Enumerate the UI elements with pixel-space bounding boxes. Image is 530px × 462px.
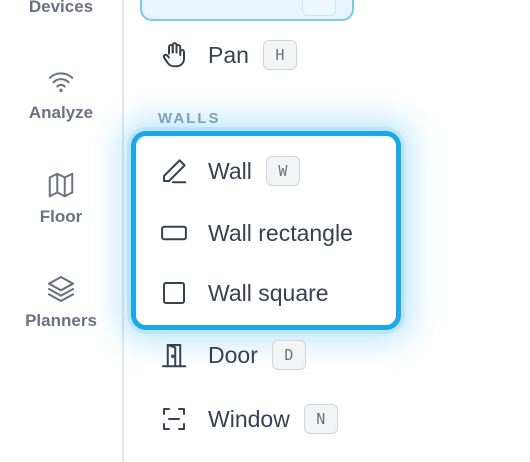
rail-item-label: Analyze (28, 103, 94, 122)
shortcut-key: D (271, 340, 306, 370)
rail-item-devices[interactable]: Devices (0, 0, 122, 17)
hand-icon (154, 35, 194, 75)
rail-item-label: Devices (28, 0, 94, 16)
layers-icon (44, 272, 78, 306)
wifi-icon (44, 64, 78, 98)
menu-item-label: Wall square (208, 279, 329, 306)
rail-item-planners[interactable]: Planners (0, 272, 122, 331)
shortcut-key: N (303, 404, 338, 434)
shortcut-key: W (265, 156, 300, 186)
menu-item-label: Pan (208, 41, 249, 68)
rail-divider (122, 0, 124, 462)
menu-item-label: Window (208, 405, 290, 432)
menu-item-wall-rectangle[interactable]: Wall rectangle (140, 210, 353, 256)
window-icon (154, 399, 194, 439)
shortcut-key: H (262, 40, 297, 70)
selected-menu-item[interactable] (140, 0, 354, 21)
menu-item-window[interactable]: Window N (140, 396, 338, 442)
rail-item-label: Floor (39, 207, 83, 226)
pencil-icon (154, 151, 194, 191)
map-icon (44, 168, 78, 202)
door-icon (154, 335, 194, 375)
menu-item-pan[interactable]: Pan H (140, 32, 297, 78)
menu-item-label: Door (208, 341, 258, 368)
rectangle-icon (154, 213, 194, 253)
menu-item-wall[interactable]: Wall W (140, 148, 300, 194)
rail-item-analyze[interactable]: Analyze (0, 64, 122, 123)
section-header-walls: WALLS (158, 110, 221, 127)
rail-item-floor[interactable]: Floor (0, 168, 122, 227)
shortcut-key (302, 0, 336, 16)
menu-item-wall-square[interactable]: Wall square (140, 270, 329, 316)
rail-item-label: Planners (25, 311, 97, 330)
menu-item-door[interactable]: Door D (140, 332, 306, 378)
menu-item-label: Wall (208, 157, 252, 184)
menu-item-label: Wall rectangle (208, 219, 353, 246)
square-icon (154, 273, 194, 313)
